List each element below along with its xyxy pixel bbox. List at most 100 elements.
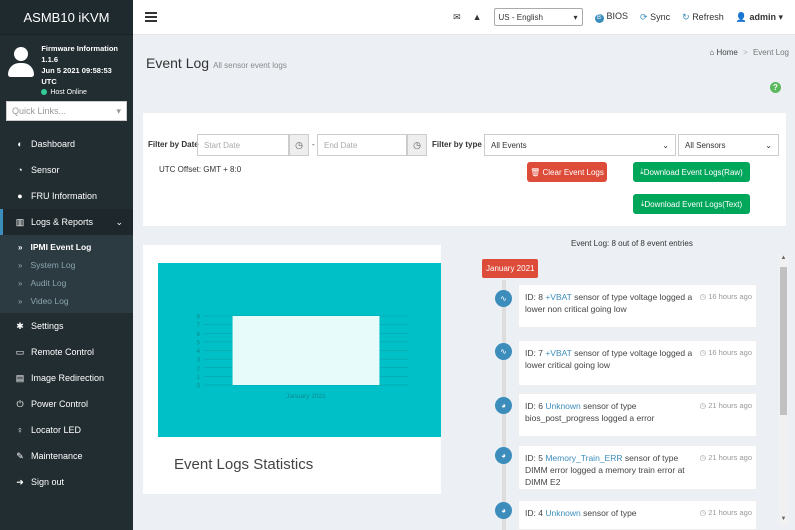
bios-link[interactable]: B BIOS [594,11,628,23]
y-tick-label: 5 [197,340,201,346]
event-time: 21 hours ago [708,401,752,410]
date-range-dash: - [312,140,315,149]
scroll-up-icon[interactable]: ▲ [779,255,788,264]
trash-icon: 🗑 [530,167,541,177]
clear-event-logs-button[interactable]: 🗑 Clear Event Logs [527,162,607,182]
y-tick-label: 7 [197,323,201,329]
stats-title: Event Logs Statistics [174,456,314,473]
timeline-event: ID: 4 Unknown sensor of type ◷ 21 hours … [518,500,757,530]
online-status-icon [41,89,48,96]
sync-link[interactable]: ⟳ Sync [640,12,670,23]
utc-offset: UTC Offset: GMT + 8:0 [159,165,242,174]
filter-panel: Filter by Date Start Date ◷ - End Date ◷… [143,113,786,226]
breadcrumb-home[interactable]: Home [716,48,737,57]
timeline-event: ID: 8 +VBAT sensor of type voltage logge… [518,284,757,328]
event-sensor-link[interactable]: Unknown [545,401,580,411]
chevron-down-icon: ⌄ [115,216,123,227]
gauge-icon: ◕ [495,447,512,464]
y-tick-label: 0 [197,384,201,390]
refresh-label: Refresh [692,11,724,22]
end-date-input[interactable]: End Date [317,134,407,156]
clear-label: Clear Event Logs [542,167,604,177]
event-time: 16 hours ago [708,348,752,357]
event-type-select[interactable]: All Events ⌄ [484,134,676,156]
chart-area: 0 1 2 3 4 5 6 7 8 January 2021 [158,263,441,437]
sidebar-item-sensor[interactable]: ◔ Sensor [0,157,133,183]
page-title: Event Log [146,55,210,71]
event-sensor-link[interactable]: Memory_Train_ERR [545,453,622,463]
sensor-select[interactable]: All Sensors ⌄ [678,134,779,156]
sidebar-item-settings[interactable]: ✱ Settings [0,313,133,339]
breadcrumb-current: Event Log [752,48,789,57]
bios-icon: B [594,14,604,23]
download-text-button[interactable]: ⤓ Download Event Logs(Text) [633,194,750,214]
breadcrumb: ⌂ Home > Event Log [709,48,789,57]
start-date-input[interactable]: Start Date [197,134,289,156]
gauge-icon: ◕ [495,502,512,519]
wrench-icon: ✎ [16,450,24,461]
chevron-down-icon: ▾ [573,12,578,22]
filter-date-label: Filter by Date [148,140,199,149]
event-id: ID: 4 [525,508,543,518]
sidebar-item-label: Remote Control [31,347,95,357]
chevron-down-icon: ⌄ [662,140,669,150]
event-id: ID: 6 [525,401,543,411]
event-sensor-link[interactable]: Unknown [545,508,580,518]
sidebar-subitem-system-log[interactable]: » System Log [0,256,133,274]
sidebar-subitem-ipmi-event-log[interactable]: » IPMI Event Log [0,238,133,256]
double-chevron-icon: » [18,260,23,270]
refresh-link[interactable]: ↻ Refresh [682,12,724,23]
sidebar-subitem-video-log[interactable]: » Video Log [0,292,133,310]
monitor-icon: ▭ [15,346,25,357]
event-time: 16 hours ago [708,292,752,301]
scrollbar-thumb[interactable] [780,267,787,415]
sidebar-item-sign-out[interactable]: ➜ Sign out [0,469,133,495]
timeline-event: ID: 6 Unknown sensor of type bios_post_p… [518,393,757,437]
event-sensor-link[interactable]: +VBAT [545,348,571,358]
sidebar-item-maintenance[interactable]: ✎ Maintenance [0,443,133,469]
pulse-icon: ∿ [495,290,512,307]
user-menu[interactable]: 👤 admin ▾ [736,12,783,23]
timeline-scrollbar[interactable]: ▲ ▼ [779,255,788,525]
sidebar-item-fru[interactable]: ● FRU Information [0,183,133,209]
clock-icon: ◷ [699,453,707,462]
sidebar-item-image-redirection[interactable]: ▤ Image Redirection [0,365,133,391]
sidebar-item-locator-led[interactable]: ♀ Locator LED [0,417,133,443]
sidebar-subitem-label: System Log [30,260,76,270]
refresh-icon: ↻ [682,11,690,22]
pulse-icon: ∿ [495,343,512,360]
sidebar-subitem-label: Video Log [30,296,69,306]
warning-icon[interactable]: ▲ [473,12,482,22]
sidebar-item-logs-reports[interactable]: ▥ Logs & Reports ⌄ [0,209,133,235]
gear-icon: ✱ [16,320,24,331]
envelope-icon[interactable]: ✉ [453,12,461,23]
sidebar-item-remote-control[interactable]: ▭ Remote Control [0,339,133,365]
sidebar-item-label: Maintenance [31,451,83,461]
quick-links-select[interactable]: Quick Links... ▾ [6,101,127,121]
chevron-down-icon: ▾ [116,105,121,116]
sidebar-item-power-control[interactable]: ⏻ Power Control [0,391,133,417]
clock-icon[interactable]: ◷ [407,134,427,156]
event-time: 21 hours ago [708,508,752,517]
sidebar-item-label: Settings [31,321,64,331]
language-select[interactable]: US - English ▾ [493,8,583,26]
sidebar-item-dashboard[interactable]: ◐ Dashboard [0,131,133,157]
power-icon: ⏻ [16,398,24,409]
sidebar-item-label: Image Redirection [31,373,105,383]
event-sensor-link[interactable]: +VBAT [545,292,571,302]
firmware-date: Jun 5 2021 09:58:53 UTC [41,66,112,86]
download-raw-button[interactable]: ⤓ Download Event Logs(Raw) [633,162,750,182]
sidebar-item-label: Locator LED [31,425,82,435]
sidebar-subitem-audit-log[interactable]: » Audit Log [0,274,133,292]
help-icon[interactable]: ? [770,82,781,93]
event-id: ID: 5 [525,453,543,463]
scroll-down-icon[interactable]: ▼ [779,516,788,525]
y-tick-label: 1 [197,375,201,381]
page-subtitle: All sensor event logs [213,61,287,70]
clock-icon[interactable]: ◷ [289,134,309,156]
info-icon: ● [17,191,23,201]
sidebar: ASMB10 iKVM Firmware Information 1.1.6 J… [0,0,133,530]
event-time: 21 hours ago [708,453,752,462]
event-text: sensor of type [583,508,637,518]
menu-toggle-icon[interactable] [145,10,157,24]
